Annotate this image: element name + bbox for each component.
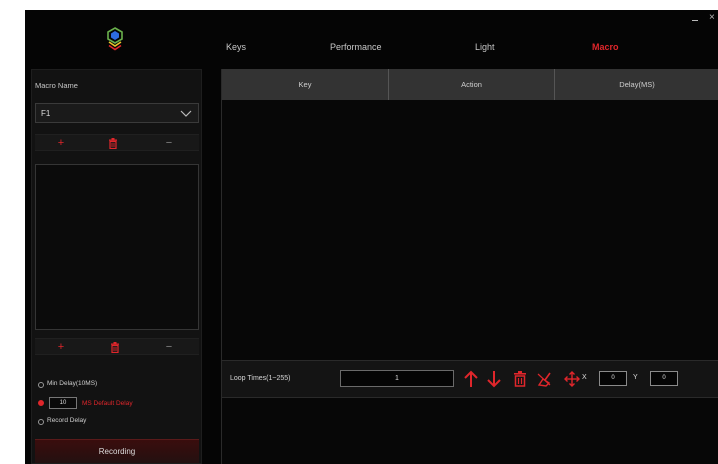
default-delay-label: MS Default Delay bbox=[82, 400, 133, 407]
macro-toolbar: + − bbox=[35, 134, 199, 151]
close-button[interactable]: × bbox=[709, 13, 715, 23]
trash-icon[interactable] bbox=[108, 138, 118, 149]
x-coordinate-label: X bbox=[582, 374, 587, 381]
x-coordinate-input[interactable]: 0 bbox=[599, 371, 627, 386]
macro-list-toolbar: + − bbox=[35, 338, 199, 355]
macro-select-value: F1 bbox=[41, 109, 51, 118]
trash-icon[interactable] bbox=[512, 370, 528, 388]
min-delay-label: Min Delay(10MS) bbox=[47, 380, 98, 387]
brand-logo bbox=[107, 27, 123, 51]
record-delay-radio[interactable] bbox=[38, 419, 44, 425]
move-icon[interactable] bbox=[564, 370, 580, 388]
arrow-up-icon[interactable] bbox=[463, 370, 479, 388]
add-macro-button[interactable]: + bbox=[53, 135, 69, 152]
column-action: Action bbox=[389, 69, 555, 100]
macro-controls-bar: Loop Times(1~255) 1 X 0 Y 0 bbox=[222, 360, 718, 398]
minimize-button[interactable] bbox=[692, 20, 698, 21]
add-item-button[interactable]: + bbox=[53, 339, 69, 356]
tab-macro[interactable]: Macro bbox=[592, 42, 619, 52]
macro-list[interactable] bbox=[35, 164, 199, 330]
macro-table-body[interactable] bbox=[222, 100, 718, 360]
tab-keys[interactable]: Keys bbox=[226, 42, 246, 52]
default-delay-input[interactable]: 10 bbox=[49, 397, 77, 409]
min-delay-radio[interactable] bbox=[38, 382, 44, 388]
clear-icon[interactable] bbox=[536, 370, 552, 388]
app-window: × Keys Performance Light Macro Macro Nam… bbox=[25, 10, 718, 464]
y-coordinate-label: Y bbox=[633, 374, 638, 381]
remove-item-button[interactable]: − bbox=[161, 339, 177, 356]
arrow-down-icon[interactable] bbox=[486, 370, 502, 388]
chevron-down-icon bbox=[180, 110, 192, 117]
column-delay: Delay(MS) bbox=[619, 80, 655, 89]
macro-select[interactable]: F1 bbox=[35, 103, 199, 123]
default-delay-radio[interactable] bbox=[38, 400, 44, 406]
macro-sidebar: Macro Name F1 + − + − Min Delay(10MS) 10… bbox=[31, 69, 202, 464]
y-coordinate-input[interactable]: 0 bbox=[650, 371, 678, 386]
record-delay-label: Record Delay bbox=[47, 417, 87, 424]
macro-name-label: Macro Name bbox=[35, 81, 78, 90]
tab-light[interactable]: Light bbox=[475, 42, 495, 52]
recording-button[interactable]: Recording bbox=[35, 439, 199, 463]
tab-performance[interactable]: Performance bbox=[330, 42, 382, 52]
trash-icon[interactable] bbox=[110, 342, 120, 353]
macro-editor: Key Action Delay(MS) Loop Times(1~255) 1 bbox=[221, 69, 718, 464]
macro-table-header: Key Action Delay(MS) bbox=[222, 69, 718, 100]
loop-times-label: Loop Times(1~255) bbox=[230, 375, 291, 382]
loop-times-input[interactable]: 1 bbox=[340, 370, 454, 387]
remove-macro-button[interactable]: − bbox=[161, 135, 177, 152]
column-key: Key bbox=[222, 69, 389, 100]
